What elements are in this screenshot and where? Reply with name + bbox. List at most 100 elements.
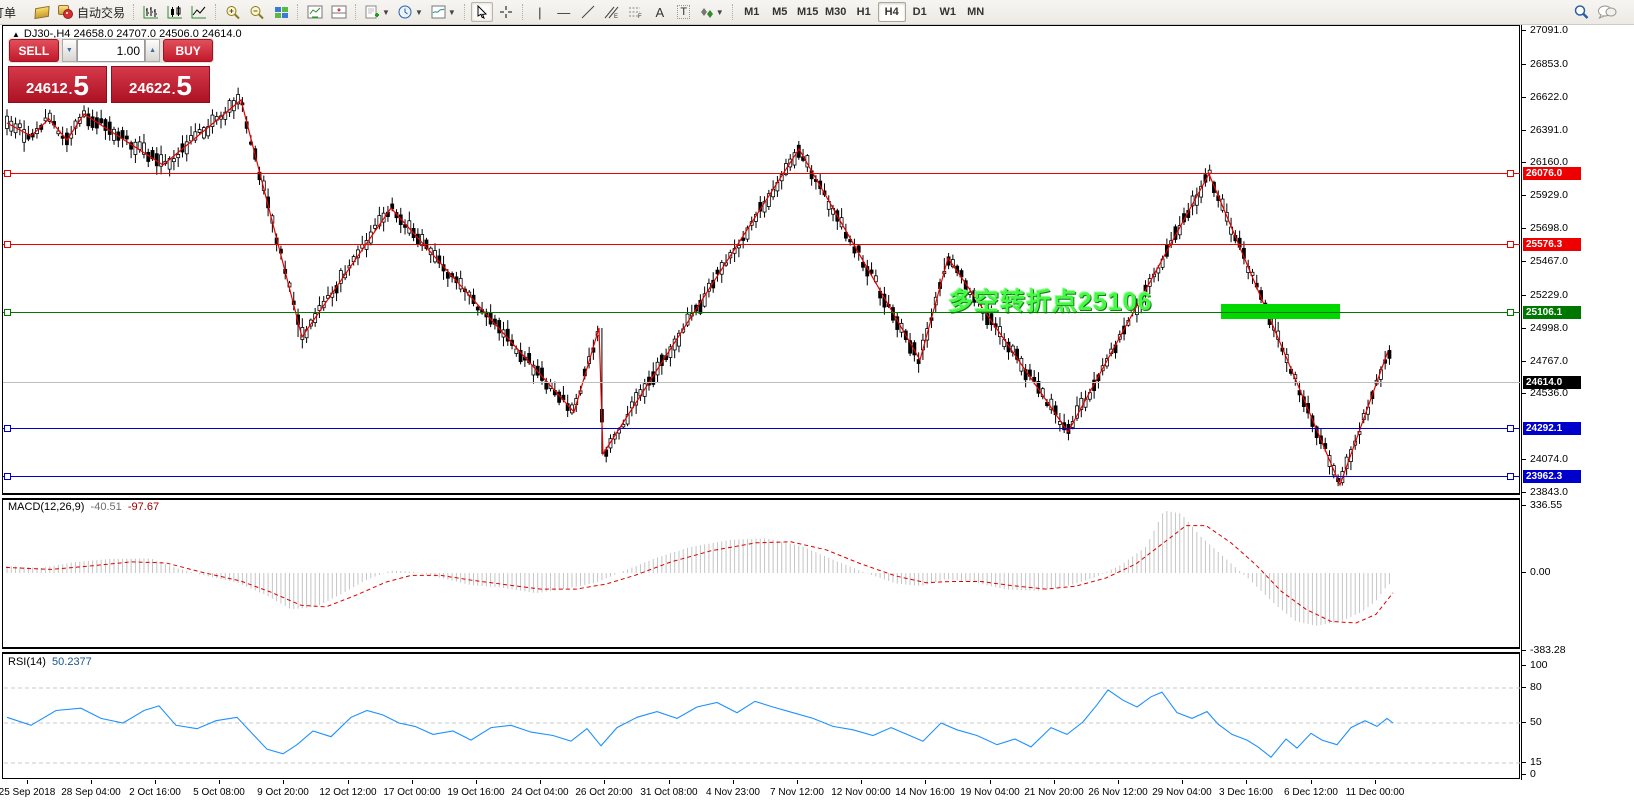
- crosshair-tool[interactable]: [495, 2, 517, 22]
- time-axis[interactable]: 25 Sep 201828 Sep 04:002 Oct 16:005 Oct …: [0, 780, 1634, 811]
- template-button[interactable]: ▼: [428, 2, 459, 22]
- add-indicator-button[interactable]: ▼: [362, 2, 393, 22]
- rsi-panel[interactable]: [2, 653, 1520, 779]
- time-tick-mark: [412, 780, 413, 784]
- trendline-tool[interactable]: [577, 2, 599, 22]
- volume-down-button[interactable]: ▼: [62, 39, 77, 62]
- sell-button[interactable]: SELL: [9, 39, 59, 62]
- rsi-scale-label: 0: [1530, 768, 1536, 780]
- timeframe-M15[interactable]: M15: [794, 2, 822, 22]
- line-handle[interactable]: [4, 241, 11, 248]
- line-handle[interactable]: [1507, 309, 1514, 316]
- arrows-tool[interactable]: ▼: [697, 2, 727, 22]
- price-tick-mark: [1522, 130, 1526, 131]
- price-tick-label: 26391.0: [1530, 124, 1568, 136]
- price-tick-label: 24998.0: [1530, 322, 1568, 334]
- timeframe-M30[interactable]: M30: [822, 2, 850, 22]
- line-handle[interactable]: [1507, 241, 1514, 248]
- vertical-line-tool[interactable]: |: [529, 2, 551, 22]
- volume-up-button[interactable]: ▲: [145, 39, 160, 62]
- volume-input[interactable]: [77, 39, 145, 62]
- price-tick-mark: [1522, 162, 1526, 163]
- search-icon[interactable]: [1570, 2, 1592, 22]
- time-tick-mark: [733, 780, 734, 784]
- line-chart-icon[interactable]: [188, 2, 210, 22]
- price-tick-label: 26622.0: [1530, 91, 1568, 103]
- time-axis-label: 11 Dec 00:00: [1335, 787, 1415, 798]
- timeframe-H4[interactable]: H4: [878, 2, 906, 22]
- horizontal-line-tool[interactable]: —: [553, 2, 575, 22]
- horizontal-level-line[interactable]: [3, 244, 1520, 245]
- rsi-scale-label: 80: [1530, 681, 1542, 693]
- macd-label: MACD(12,26,9) -40.51 -97.67: [8, 501, 159, 513]
- horizontal-level-line[interactable]: [3, 476, 1520, 477]
- line-handle[interactable]: [1507, 425, 1514, 432]
- line-handle[interactable]: [1507, 473, 1514, 480]
- buy-price-button[interactable]: 24622.5: [111, 66, 210, 103]
- price-tick-label: 23843.0: [1530, 486, 1568, 498]
- rsi-line: [7, 690, 1393, 757]
- toolbar: 订单 自动交易: [0, 0, 1634, 25]
- timeframe-W1[interactable]: W1: [934, 2, 962, 22]
- timeframe-M1[interactable]: M1: [738, 2, 766, 22]
- rsi-tick-mark: [1522, 774, 1526, 775]
- main-chart-panel[interactable]: [2, 25, 1520, 494]
- price-level-tag: 26076.0: [1523, 167, 1581, 180]
- macd-scale-label: 0.00: [1530, 566, 1550, 578]
- timeframe-H1[interactable]: H1: [850, 2, 878, 22]
- time-tick-mark: [669, 780, 670, 784]
- price-axis[interactable]: 27091.026853.026622.026391.026160.025929…: [1521, 25, 1634, 780]
- autotrade-button[interactable]: 自动交易: [55, 2, 128, 22]
- price-tick-label: 25929.0: [1530, 189, 1568, 201]
- separator: [355, 4, 357, 20]
- line-handle[interactable]: [4, 309, 11, 316]
- cursor-tool[interactable]: [471, 2, 493, 22]
- price-tick-mark: [1522, 30, 1526, 31]
- sell-price-button[interactable]: 24612.5: [8, 66, 107, 103]
- timeframe-MN[interactable]: MN: [962, 2, 990, 22]
- rsi-scale-label: 100: [1530, 659, 1548, 671]
- channel-letter: E: [614, 14, 618, 19]
- chat-icon[interactable]: [1594, 2, 1620, 22]
- price-level-tag: 25576.3: [1523, 238, 1581, 251]
- candlestick-chart-icon[interactable]: [164, 2, 186, 22]
- macd-tick-mark: [1522, 505, 1526, 506]
- buy-button[interactable]: BUY: [163, 39, 213, 62]
- price-tick-mark: [1522, 97, 1526, 98]
- zoom-in-icon[interactable]: [222, 2, 244, 22]
- zoom-out-icon[interactable]: [246, 2, 268, 22]
- time-tick-mark: [283, 780, 284, 784]
- time-tick-mark: [990, 780, 991, 784]
- timeframe-M5[interactable]: M5: [766, 2, 794, 22]
- bar-chart-icon[interactable]: [140, 2, 162, 22]
- line-handle[interactable]: [1507, 170, 1514, 177]
- price-tick-label: 26853.0: [1530, 58, 1568, 70]
- line-handle[interactable]: [4, 473, 11, 480]
- horizontal-level-line[interactable]: [3, 173, 1520, 174]
- time-tick-mark: [476, 780, 477, 784]
- orders-button[interactable]: 订单: [0, 4, 30, 21]
- fibonacci-tool[interactable]: F: [625, 2, 647, 22]
- macd-scale-label: -383.28: [1530, 644, 1566, 656]
- period-button[interactable]: ▼: [395, 2, 426, 22]
- time-tick-mark: [861, 780, 862, 784]
- horizontal-level-line[interactable]: [3, 312, 1520, 313]
- channel-tool[interactable]: E: [601, 2, 623, 22]
- subwindow-icon[interactable]: [328, 2, 350, 22]
- price-tick-mark: [1522, 492, 1526, 493]
- time-tick-mark: [219, 780, 220, 784]
- line-handle[interactable]: [4, 425, 11, 432]
- indicator-window-icon[interactable]: [304, 2, 326, 22]
- label-tool[interactable]: T: [673, 2, 695, 22]
- macd-signal-line: [6, 526, 1393, 623]
- timeframe-D1[interactable]: D1: [906, 2, 934, 22]
- horizontal-level-line[interactable]: [3, 428, 1520, 429]
- tile-windows-icon[interactable]: [270, 2, 292, 22]
- line-handle[interactable]: [4, 170, 11, 177]
- price-tick-mark: [1522, 328, 1526, 329]
- separator: [215, 4, 217, 20]
- new-order-icon[interactable]: [31, 2, 53, 22]
- text-tool[interactable]: A: [649, 2, 671, 22]
- mt4-window: 订单 自动交易: [0, 0, 1634, 811]
- macd-panel[interactable]: [2, 499, 1520, 648]
